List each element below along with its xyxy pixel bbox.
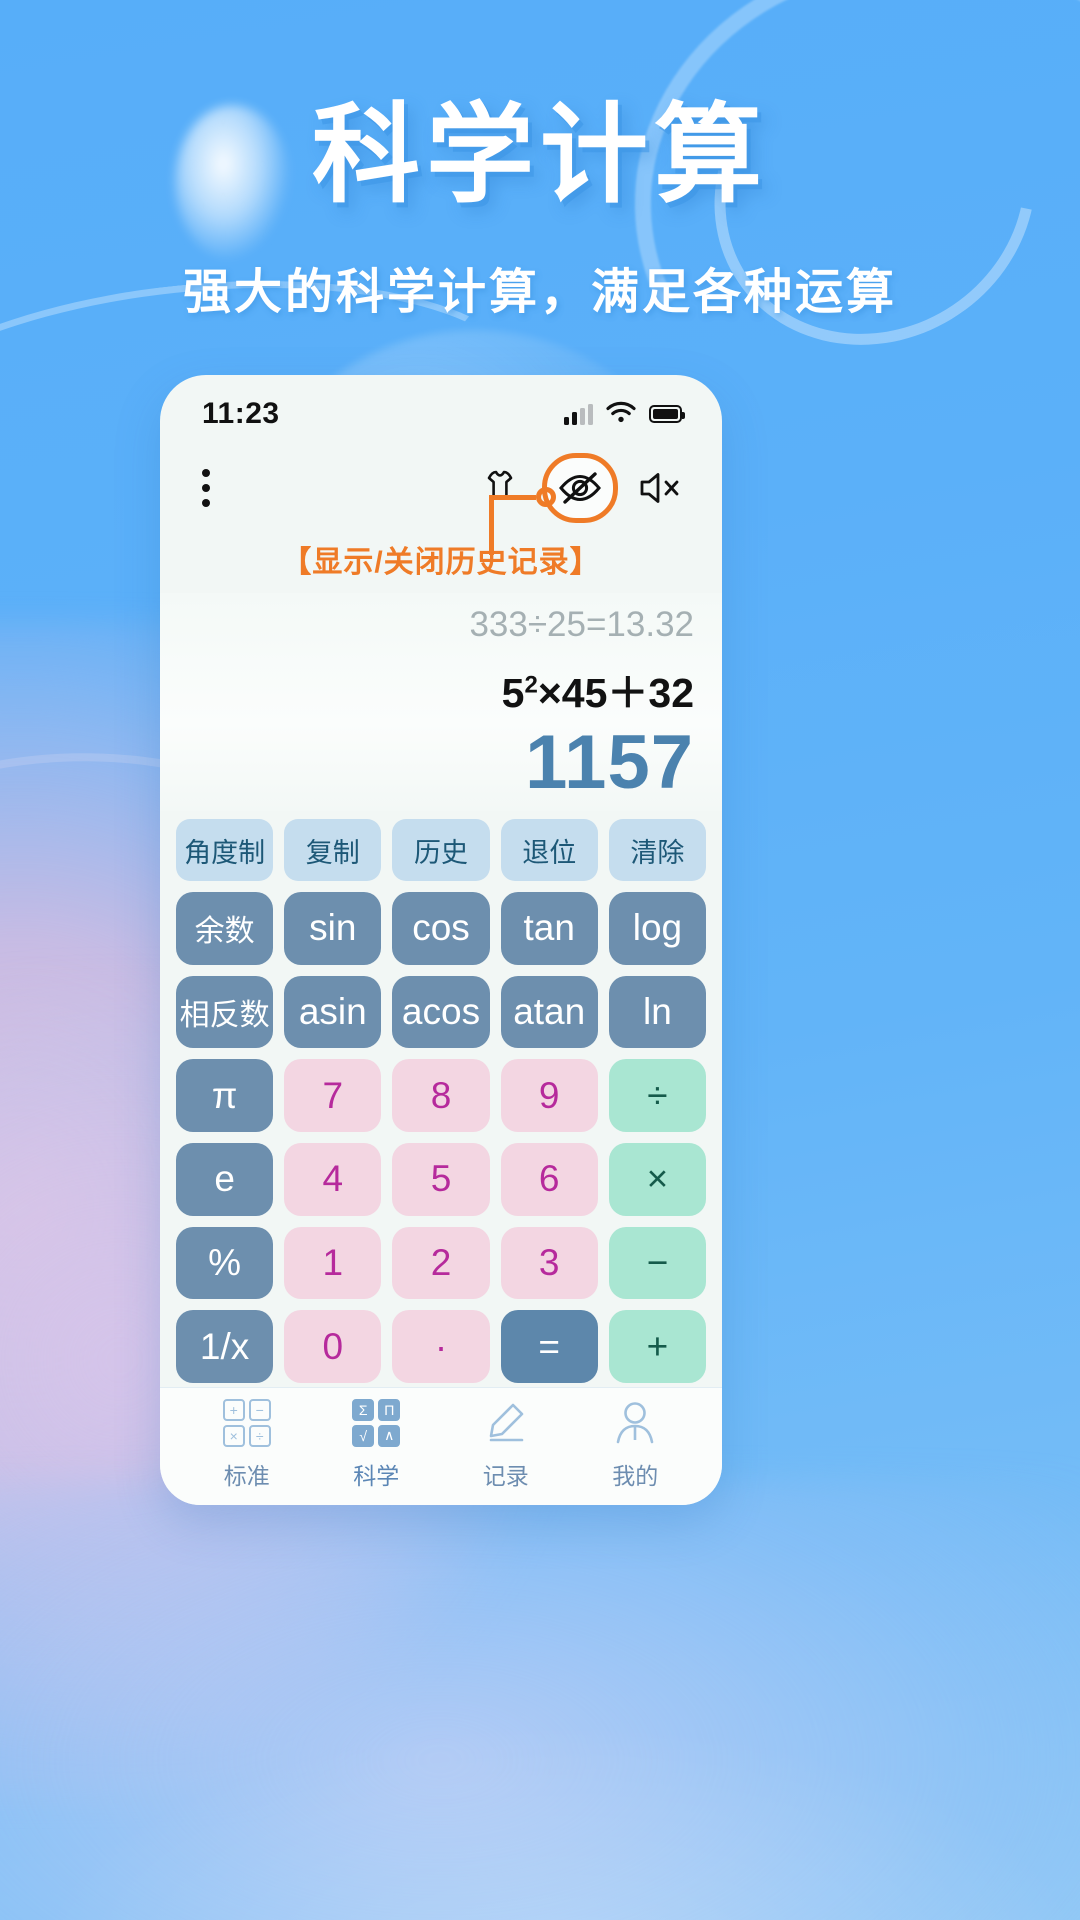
annotation-line-horizontal	[490, 495, 536, 500]
key-negate[interactable]: 相反数	[176, 975, 274, 1049]
status-time: 11:23	[202, 397, 280, 430]
key-percent[interactable]: %	[176, 1226, 274, 1300]
nav-label-science: 科学	[353, 1462, 400, 1489]
key-degree-mode[interactable]: 角度制	[176, 819, 274, 881]
science-grid-icon: Σ Π √ ∧	[352, 1397, 401, 1449]
status-icons	[564, 401, 685, 428]
key-atan[interactable]: atan	[500, 975, 598, 1049]
keypad-row: 相反数 asin acos atan ln	[176, 975, 707, 1049]
key-divide[interactable]: ÷	[608, 1059, 707, 1133]
key-zero[interactable]: 0	[284, 1310, 382, 1384]
nav-item-mine[interactable]: 我的	[571, 1397, 701, 1491]
pencil-icon	[482, 1397, 530, 1449]
key-eight[interactable]: 8	[392, 1059, 490, 1133]
key-five[interactable]: 5	[392, 1143, 490, 1216]
keypad-row: e 4 5 6 ×	[176, 1143, 707, 1216]
nav-item-records[interactable]: 记录	[441, 1397, 571, 1491]
theme-skin-icon[interactable]	[474, 462, 526, 514]
key-tan[interactable]: tan	[500, 892, 598, 965]
phone-mockup: 11:23 【显示/关闭历史记录】 333÷25=13.32 52×45＋32 …	[160, 375, 722, 1505]
eye-slash-icon[interactable]	[542, 453, 618, 523]
key-modulo[interactable]: 余数	[176, 892, 274, 965]
key-e[interactable]: e	[176, 1143, 274, 1216]
hero-section: 科学计算 强大的科学计算，满足各种运算	[0, 0, 1080, 322]
app-toolbar	[160, 439, 722, 555]
calculator-display: 333÷25=13.32 52×45＋32 1157	[160, 593, 722, 811]
key-seven[interactable]: 7	[284, 1059, 382, 1133]
key-backspace[interactable]: 退位	[500, 819, 598, 881]
key-one[interactable]: 1	[284, 1226, 382, 1300]
speaker-muted-icon[interactable]	[634, 462, 686, 514]
status-bar: 11:23	[160, 375, 722, 439]
key-add[interactable]: +	[608, 1310, 707, 1384]
toolbar-actions	[474, 453, 686, 523]
signal-bars-icon	[564, 403, 593, 425]
wifi-icon	[606, 401, 636, 428]
key-pi[interactable]: π	[176, 1059, 274, 1133]
key-six[interactable]: 6	[500, 1143, 598, 1216]
keypad-utility-row: 角度制 复制 历史 退位 清除	[176, 819, 707, 881]
key-four[interactable]: 4	[284, 1143, 382, 1216]
calculator-grid-icon: + − × ÷	[222, 1397, 271, 1449]
nav-item-standard[interactable]: + − × ÷ 标准	[182, 1397, 312, 1491]
expression-exponent: 2	[524, 671, 538, 699]
expression-base: 5	[501, 670, 525, 716]
key-two[interactable]: 2	[392, 1226, 490, 1300]
calculator-keypad: 角度制 复制 历史 退位 清除 余数 sin cos tan log 相反数 a…	[160, 811, 722, 1387]
key-equals[interactable]: =	[500, 1310, 598, 1384]
key-history[interactable]: 历史	[392, 819, 490, 881]
keypad-row: 1/x 0 · = +	[176, 1310, 707, 1384]
keypad-row: π 7 8 9 ÷	[176, 1059, 707, 1133]
display-expression: 52×45＋32	[502, 659, 694, 719]
expression-rest: ×45＋32	[537, 670, 694, 716]
nav-label-records: 记录	[482, 1462, 529, 1489]
key-asin[interactable]: asin	[284, 975, 382, 1049]
key-nine[interactable]: 9	[500, 1059, 598, 1133]
page-subtitle: 强大的科学计算，满足各种运算	[182, 265, 897, 319]
key-clear[interactable]: 清除	[608, 819, 707, 881]
key-three[interactable]: 3	[500, 1226, 598, 1300]
key-copy[interactable]: 复制	[284, 819, 382, 881]
battery-icon	[649, 405, 685, 423]
annotation-dot	[536, 487, 556, 507]
nav-item-science[interactable]: Σ Π √ ∧ 科学	[312, 1397, 442, 1491]
keypad-row: 余数 sin cos tan log	[176, 892, 707, 965]
annotation-line-vertical	[489, 495, 494, 555]
keypad-row: % 1 2 3 −	[176, 1226, 707, 1300]
nav-label-standard: 标准	[223, 1462, 270, 1489]
page-title: 科学计算	[311, 94, 768, 215]
display-history: 333÷25=13.32	[469, 605, 694, 644]
key-multiply[interactable]: ×	[608, 1143, 707, 1216]
person-icon	[611, 1397, 659, 1449]
key-cos[interactable]: cos	[392, 892, 490, 965]
key-subtract[interactable]: −	[608, 1226, 707, 1300]
bottom-navigation: + − × ÷ 标准 Σ Π √ ∧ 科学 记录 我的	[160, 1387, 722, 1505]
kebab-menu-icon[interactable]	[198, 469, 234, 507]
key-log[interactable]: log	[608, 892, 707, 965]
key-sin[interactable]: sin	[284, 892, 382, 965]
history-toggle-callout: 【显示/关闭历史记录】	[281, 546, 601, 579]
nav-label-mine: 我的	[612, 1462, 659, 1489]
key-decimal[interactable]: ·	[392, 1310, 490, 1384]
display-result: 1157	[525, 720, 694, 805]
key-reciprocal[interactable]: 1/x	[176, 1310, 274, 1384]
key-ln[interactable]: ln	[608, 975, 707, 1049]
bottom-wave-decoration	[0, 1690, 1080, 1920]
key-acos[interactable]: acos	[392, 975, 490, 1049]
